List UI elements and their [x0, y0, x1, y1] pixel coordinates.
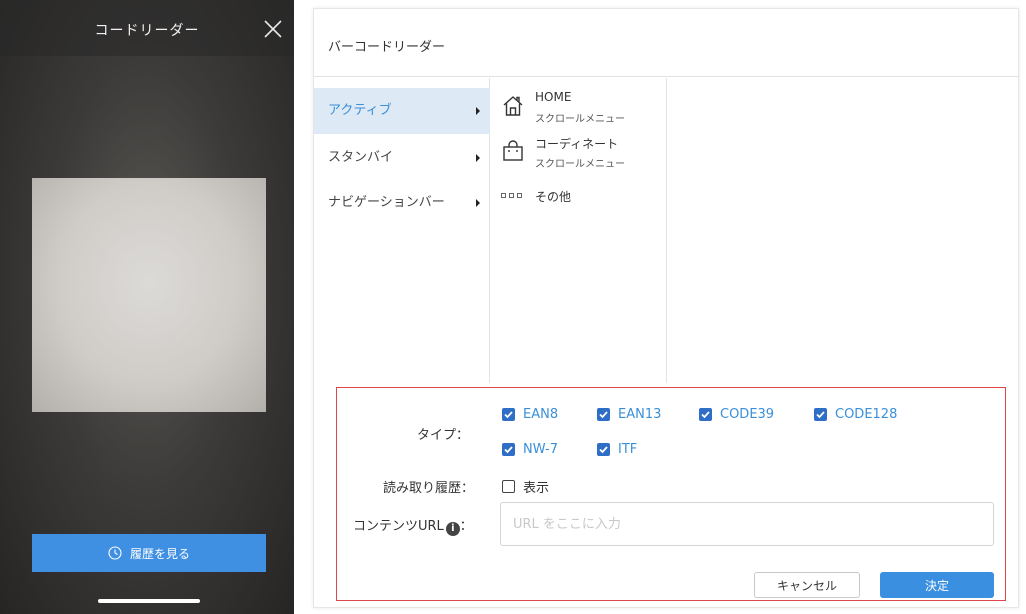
view-history-label: 履歴を見る	[129, 546, 190, 561]
other-label: その他	[535, 190, 572, 204]
checkbox-label: NW-7	[523, 442, 559, 457]
menu-item-label: アクティブ	[328, 103, 392, 118]
submenu-desc: スクロールメニュー	[535, 159, 625, 170]
checkbox-label: CODE39	[720, 407, 775, 422]
checkbox-label: 表示	[523, 481, 550, 496]
checkbox-ean13[interactable]: EAN13	[597, 407, 661, 422]
submenu-column: HOME スクロールメニュー コーディネート スクロールメニュー その他	[491, 78, 667, 383]
barcode-reader-dialog: バーコードリーダー アクティブ スタンバイ ナビゲーションバー HOME スクロ…	[313, 8, 1019, 608]
checkbox-checked-icon	[502, 443, 515, 456]
close-icon[interactable]	[262, 18, 284, 40]
checkbox-label: EAN8	[523, 407, 559, 422]
content-url-text: コンテンツURL	[353, 519, 444, 534]
checkbox-label: CODE128	[835, 407, 898, 422]
checkbox-show-history[interactable]: 表示	[502, 477, 549, 496]
history-label: 読み取り履歴：	[383, 481, 475, 496]
checkbox-itf[interactable]: ITF	[597, 442, 637, 457]
checkbox-unchecked-icon	[502, 480, 515, 493]
checkbox-checked-icon	[814, 408, 827, 421]
confirm-button[interactable]: 決定	[880, 572, 994, 598]
checkbox-ean8[interactable]: EAN8	[502, 407, 558, 422]
checkbox-checked-icon	[597, 443, 610, 456]
checkbox-code39[interactable]: CODE39	[699, 407, 774, 422]
phone-header: コードリーダー	[0, 0, 294, 56]
checkbox-label: EAN13	[618, 407, 662, 422]
view-history-button[interactable]: 履歴を見る	[32, 534, 266, 572]
more-icon	[501, 193, 522, 198]
checkbox-label: ITF	[618, 442, 638, 457]
menu-item-label: スタンバイ	[328, 150, 394, 165]
content-url-input[interactable]	[500, 502, 994, 546]
dialog-header: バーコードリーダー	[314, 9, 1018, 77]
menu-item-navigation-bar[interactable]: ナビゲーションバー	[314, 180, 490, 226]
checkbox-code128[interactable]: CODE128	[814, 407, 897, 422]
camera-viewfinder	[32, 178, 266, 412]
submenu-title: HOME	[535, 90, 572, 104]
submenu-title: コーディネート	[535, 137, 619, 151]
caret-right-icon	[476, 107, 480, 115]
home-indicator	[98, 599, 200, 603]
caret-right-icon	[476, 154, 480, 162]
type-label: タイプ：	[417, 428, 470, 443]
caret-right-icon	[476, 199, 480, 207]
home-icon	[503, 96, 523, 116]
submenu-desc: スクロールメニュー	[535, 114, 625, 125]
checkbox-nw7[interactable]: NW-7	[502, 442, 558, 457]
cancel-button[interactable]: キャンセル	[754, 572, 860, 598]
checkbox-checked-icon	[597, 408, 610, 421]
menu-column: アクティブ スタンバイ ナビゲーションバー	[314, 78, 490, 383]
clock-icon	[108, 546, 122, 560]
phone-screen: コードリーダー 履歴を見る	[0, 0, 294, 614]
phone-title: コードリーダー	[94, 23, 200, 39]
menu-item-label: ナビゲーションバー	[328, 195, 445, 210]
checkbox-checked-icon	[699, 408, 712, 421]
content-url-label: コンテンツURL i：	[353, 515, 473, 536]
shopping-bag-icon	[503, 140, 523, 161]
info-icon[interactable]: i	[445, 522, 460, 536]
settings-panel: タイプ： EAN8 EAN13 CODE39 CODE128 NW-7 ITF …	[336, 387, 1006, 601]
checkbox-checked-icon	[502, 408, 515, 421]
menu-item-active[interactable]: アクティブ	[314, 88, 490, 134]
content-url-colon: ：	[459, 519, 473, 534]
dialog-title: バーコードリーダー	[328, 40, 446, 55]
menu-item-standby[interactable]: スタンバイ	[314, 135, 490, 181]
